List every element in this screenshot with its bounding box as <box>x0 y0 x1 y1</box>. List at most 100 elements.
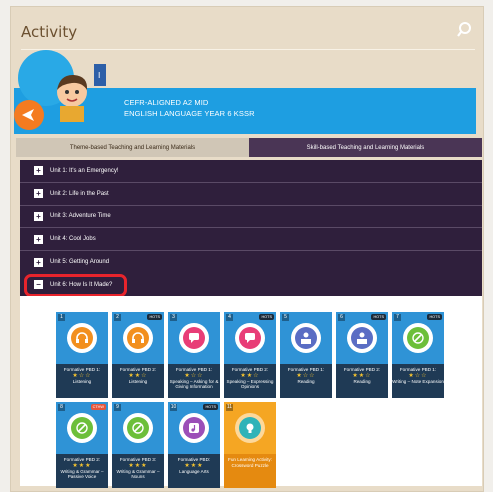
card-skill: Reading <box>353 378 371 384</box>
card-number: 7 <box>394 314 401 321</box>
expand-plus-icon: + <box>34 234 43 244</box>
card-skill: Crossword Puzzle <box>231 462 269 468</box>
speech-bubble-icon <box>183 327 205 349</box>
tab-skill-based[interactable]: Skill-based Teaching and Learning Materi… <box>249 138 482 157</box>
card-caption: Formative PBD 1: ★☆☆ Speaking – Asking f… <box>168 364 220 398</box>
activity-card-2[interactable]: 2 HOTS Formative PBD 2: ★★☆ Listening <box>112 312 164 398</box>
title-divider <box>21 49 475 50</box>
card-number: 4 <box>226 314 233 321</box>
card-number: 8 <box>58 404 65 411</box>
activity-card-6[interactable]: 6 HOTS Formative PBD 2: ★★☆ Reading <box>336 312 388 398</box>
card-thumbnail: 3 <box>168 312 220 364</box>
card-skill: Writing & Grammar – Passive Voice <box>60 468 104 480</box>
card-caption: Formative PBD 2: ★★☆ Reading <box>336 364 388 398</box>
speech-bubble-icon <box>239 327 261 349</box>
card-caption: Formative PBD 3: ★★★ Writing & Grammar –… <box>112 454 164 488</box>
card-number: 2 <box>114 314 121 321</box>
activity-card-1[interactable]: 1 Formative PBD 1: ★☆☆ Listening <box>56 312 108 398</box>
highlight-annotation <box>24 274 127 297</box>
activity-card-3[interactable]: 3 Formative PBD 1: ★☆☆ Speaking – Asking… <box>168 312 220 398</box>
card-skill: Listening <box>128 378 148 384</box>
cthw-badge: CTHW <box>90 404 106 410</box>
tab-theme-based[interactable]: Theme-based Teaching and Learning Materi… <box>16 138 249 157</box>
card-caption: Formative PBD 2: ★★☆ Speaking – Expressi… <box>224 364 276 398</box>
card-thumbnail: 6 HOTS <box>336 312 388 364</box>
card-caption: Formative PBD 2: ★★☆ Listening <box>112 364 164 398</box>
activity-card-8[interactable]: 8 CTHW Formative PBD 2: ★★★ Writing & Gr… <box>56 402 108 488</box>
unit-row-2[interactable]: + Unit 2: Life in the Past <box>20 183 482 206</box>
unit-row-5[interactable]: + Unit 5: Getting Around <box>20 251 482 274</box>
svg-text:I: I <box>98 71 100 80</box>
card-number: 11 <box>226 404 233 411</box>
card-number: 5 <box>282 314 289 321</box>
card-thumbnail: 10 HOTS <box>168 402 220 454</box>
card-title: Fun Learning Activity: <box>228 457 272 462</box>
activity-card-5[interactable]: 5 Formative PBD 1: ★☆☆ Reading <box>280 312 332 398</box>
search-icon[interactable] <box>457 21 475 39</box>
card-caption: Formative PBD: ★★★ Language Arts <box>168 454 220 488</box>
music-note-icon <box>183 417 205 439</box>
activity-card-7[interactable]: 7 HOTS Formative PBD 1: ★☆☆ Writing – No… <box>392 312 444 398</box>
card-caption: Fun Learning Activity: Crossword Puzzle <box>224 454 276 488</box>
card-skill: Writing – Note Expansion <box>392 378 444 384</box>
boy-mascot-illustration: I <box>57 64 106 122</box>
pencil-icon <box>127 417 149 439</box>
unit-label: Unit 5: Getting Around <box>50 259 110 266</box>
activity-card-11[interactable]: 11 Fun Learning Activity: Crossword Puzz… <box>224 402 276 488</box>
card-thumbnail: 9 <box>112 402 164 454</box>
reader-icon <box>351 327 373 349</box>
card-number: 1 <box>58 314 65 321</box>
activity-card-4[interactable]: 4 HOTS Formative PBD 2: ★★☆ Speaking – E… <box>224 312 276 398</box>
card-caption: Formative PBD 1: ★☆☆ Listening <box>56 364 108 398</box>
card-thumbnail: 11 <box>224 402 276 454</box>
expand-plus-icon: + <box>34 189 43 199</box>
hots-badge: HOTS <box>203 404 218 410</box>
arrow-left-icon <box>22 109 34 121</box>
card-skill: Language Arts <box>179 468 209 474</box>
card-skill: Speaking – Asking for & Giving Informati… <box>169 378 219 390</box>
hots-badge: HOTS <box>147 314 162 320</box>
unit-row-1[interactable]: + Unit 1: It's an Emergency! <box>20 160 482 183</box>
card-caption: Formative PBD 2: ★★★ Writing & Grammar –… <box>56 454 108 488</box>
unit-label: Unit 2: Life in the Past <box>50 190 109 197</box>
activity-card-9[interactable]: 9 Formative PBD 3: ★★★ Writing & Grammar… <box>112 402 164 488</box>
hots-badge: HOTS <box>427 314 442 320</box>
unit-label: Unit 4: Cool Jobs <box>50 236 96 243</box>
card-skill: Speaking – Expressing Opinions <box>226 378 274 390</box>
hots-badge: HOTS <box>371 314 386 320</box>
course-title-line1: CEFR-ALIGNED A2 MID <box>124 98 209 107</box>
unit-label: Unit 3: Adventure Time <box>50 213 111 220</box>
card-skill: Reading <box>297 378 315 384</box>
card-thumbnail: 8 CTHW <box>56 402 108 454</box>
card-thumbnail: 7 HOTS <box>392 312 444 364</box>
card-thumbnail: 1 <box>56 312 108 364</box>
reader-icon <box>295 327 317 349</box>
unit-row-4[interactable]: + Unit 4: Cool Jobs <box>20 228 482 252</box>
pencil-icon <box>71 417 93 439</box>
unit-label: Unit 1: It's an Emergency! <box>50 167 119 174</box>
card-thumbnail: 4 HOTS <box>224 312 276 364</box>
card-number: 3 <box>170 314 177 321</box>
card-thumbnail: 2 HOTS <box>112 312 164 364</box>
lightbulb-icon <box>239 417 261 439</box>
course-title: CEFR-ALIGNED A2 MID ENGLISH LANGUAGE YEA… <box>124 97 255 119</box>
material-tabs: Theme-based Teaching and Learning Materi… <box>16 138 482 157</box>
headphones-icon <box>127 327 149 349</box>
card-skill: Listening <box>72 378 92 384</box>
expand-plus-icon: + <box>34 211 43 221</box>
headphones-icon <box>71 327 93 349</box>
card-caption: Formative PBD 1: ★☆☆ Reading <box>280 364 332 398</box>
card-number: 9 <box>114 404 121 411</box>
card-number: 10 <box>170 404 177 411</box>
card-caption: Formative PBD 1: ★☆☆ Writing – Note Expa… <box>392 364 444 398</box>
page-title: Activity <box>21 23 78 41</box>
card-thumbnail: 5 <box>280 312 332 364</box>
pencil-icon <box>407 327 429 349</box>
unit-6-activities: 1 Formative PBD 1: ★☆☆ Listening 2 HOTS … <box>20 296 482 488</box>
expand-plus-icon: + <box>34 257 43 267</box>
course-title-line2: ENGLISH LANGUAGE YEAR 6 KSSR <box>124 109 255 118</box>
card-number: 6 <box>338 314 345 321</box>
unit-row-3[interactable]: + Unit 3: Adventure Time <box>20 206 482 229</box>
activity-card-10[interactable]: 10 HOTS Formative PBD: ★★★ Language Arts <box>168 402 220 488</box>
back-arrow-button[interactable] <box>14 100 44 130</box>
